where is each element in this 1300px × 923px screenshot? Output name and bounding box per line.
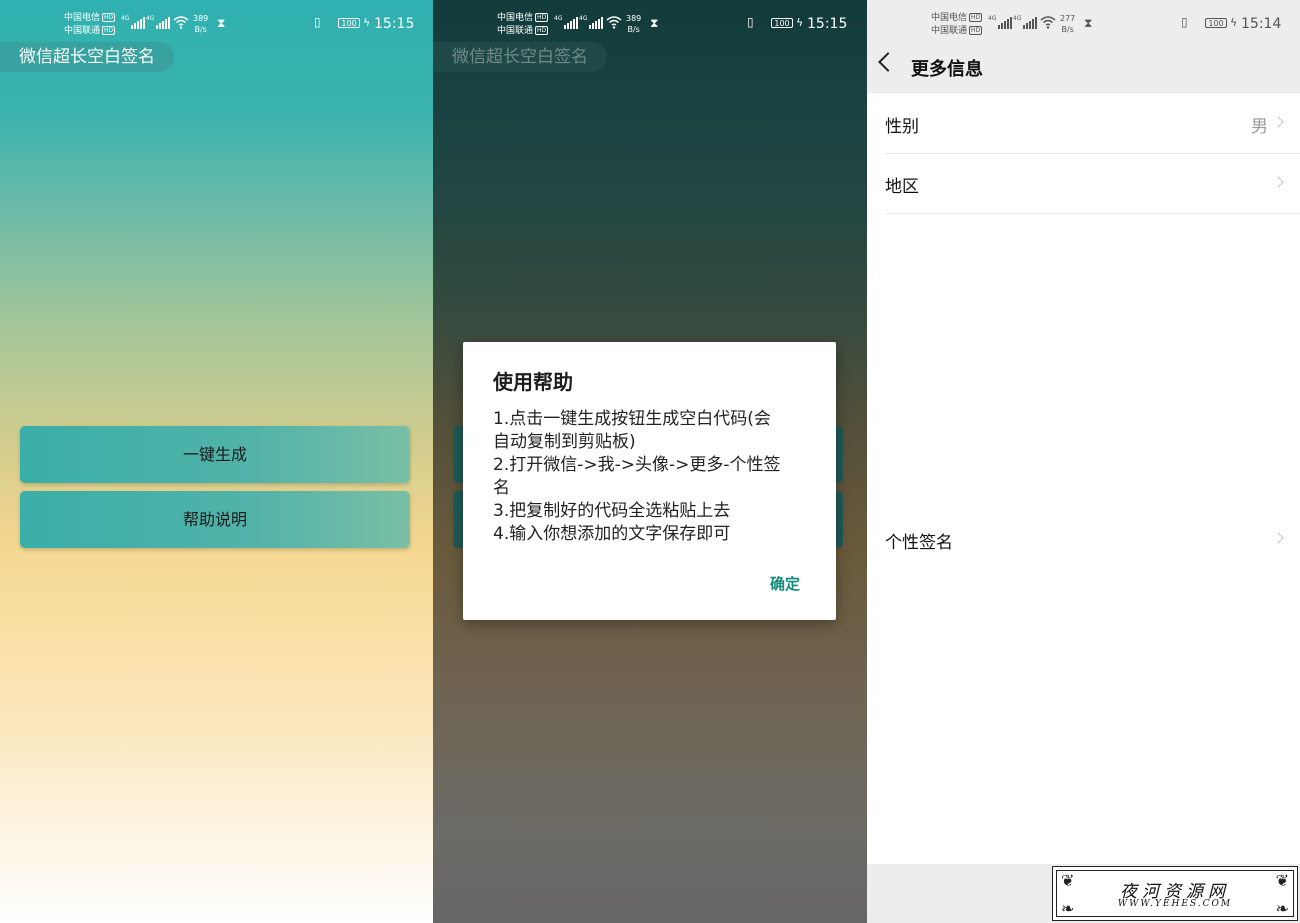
battery-icon: 100 — [338, 18, 360, 28]
help-button[interactable]: 帮助说明 — [20, 491, 410, 548]
dialog-title: 使用帮助 — [493, 370, 573, 394]
row-value: 男 — [1251, 117, 1268, 137]
dialog-line: 名 — [493, 478, 510, 498]
row-region[interactable]: 地区 — [867, 154, 1300, 214]
more-info-screen: 中国电信 HD 中国联通 HD 4G 4G 277 B/s ⧗ ▯ 100 ϟ 15:… — [867, 0, 1300, 923]
signal-icon: 4G — [146, 15, 171, 29]
carrier-1: 中国电信 — [64, 13, 101, 23]
carrier-2: 中国联通 — [64, 26, 101, 36]
vibrate-icon: ▯ — [314, 15, 321, 29]
signal-icon: 4G — [988, 15, 1013, 29]
chevron-right-icon — [1272, 532, 1284, 544]
carrier-info: 中国电信 HD 中国联通 HD — [497, 12, 549, 38]
signal-icon: 4G — [579, 15, 604, 29]
app-title: 微信超长空白签名 — [0, 42, 174, 72]
wifi-icon — [173, 16, 189, 29]
clock: 15:14 — [1241, 16, 1282, 32]
help-dialog-screen: 中国电信 HD 中国联通 HD 4G 4G 389 B/s ⧗ ▯ 100 ϟ 15:… — [433, 0, 867, 923]
row-gender[interactable]: 性别 男 — [867, 94, 1300, 154]
hourglass-icon: ⧗ — [650, 16, 659, 30]
dialog-line: 1.点击一键生成按钮生成空白代码(会 — [493, 409, 771, 429]
chevron-right-icon — [1272, 116, 1284, 128]
back-arrow-icon[interactable] — [878, 52, 898, 72]
clock: 15:15 — [374, 16, 415, 32]
row-signature[interactable]: 个性签名 — [867, 510, 1300, 570]
dialog-line: 4.输入你想添加的文字保存即可 — [493, 524, 731, 544]
signal-icon: 4G — [554, 15, 579, 29]
help-dialog: 使用帮助 1.点击一键生成按钮生成空白代码(会 自动复制到剪贴板) 2.打开微信… — [463, 342, 836, 620]
dialog-line: 3.把复制好的代码全选粘贴上去 — [493, 501, 731, 521]
carrier-info: 中国电信 HD 中国联通 HD — [931, 12, 983, 38]
hd-badge: HD — [969, 13, 983, 22]
carrier-2: 中国联通 — [497, 26, 534, 36]
net-speed: 277 B/s — [1060, 14, 1076, 34]
net-speed: 389 B/s — [193, 14, 209, 34]
hd-badge: HD — [102, 13, 116, 22]
signal-icon: 4G — [1013, 15, 1038, 29]
app-title: 微信超长空白签名 — [433, 42, 607, 72]
clock: 15:15 — [807, 16, 848, 32]
vibrate-icon: ▯ — [747, 15, 754, 29]
charging-icon: ϟ — [796, 16, 804, 29]
net-speed: 389 B/s — [626, 14, 642, 34]
app-main-screen: 中国电信 HD 中国联通 HD 4G 4G 389 B/s ⧗ ▯ 100 ϟ 15:… — [0, 0, 433, 923]
generate-button[interactable]: 一键生成 — [20, 426, 410, 483]
battery-icon: 100 — [1205, 18, 1227, 28]
watermark-logo: ❦ ❦ ❧ ❧ 夜河资源网 WWW.YEHES.COM — [1052, 866, 1298, 921]
vibrate-icon: ▯ — [1181, 15, 1188, 29]
hd-badge: HD — [969, 26, 983, 35]
carrier-1: 中国电信 — [931, 13, 968, 23]
carrier-2: 中国联通 — [931, 26, 968, 36]
hd-badge: HD — [535, 13, 549, 22]
ok-button[interactable]: 确定 — [770, 573, 800, 594]
status-bar: 中国电信 HD 中国联通 HD 4G 4G 277 B/s ⧗ ▯ 100 ϟ 15:… — [867, 0, 1300, 50]
signal-icon: 4G — [121, 15, 146, 29]
dialog-body: 1.点击一键生成按钮生成空白代码(会 自动复制到剪贴板) 2.打开微信->我->… — [493, 408, 811, 546]
hd-badge: HD — [102, 26, 116, 35]
charging-icon: ϟ — [363, 16, 371, 29]
divider — [885, 213, 1300, 214]
hourglass-icon: ⧗ — [1084, 16, 1093, 30]
row-label: 性别 — [885, 117, 919, 137]
dialog-line: 自动复制到剪贴板) — [493, 432, 636, 452]
page-title: 更多信息 — [911, 59, 983, 80]
wifi-icon — [606, 16, 622, 29]
charging-icon: ϟ — [1230, 16, 1238, 29]
hourglass-icon: ⧗ — [217, 16, 226, 30]
wifi-icon — [1040, 16, 1056, 29]
hd-badge: HD — [535, 26, 549, 35]
row-label: 地区 — [885, 177, 919, 197]
row-label: 个性签名 — [885, 533, 953, 553]
battery-icon: 100 — [771, 18, 793, 28]
carrier-1: 中国电信 — [497, 13, 534, 23]
dialog-line: 2.打开微信->我->头像->更多-个性签 — [493, 455, 781, 475]
chevron-right-icon — [1272, 176, 1284, 188]
top-bar: 中国电信 HD 中国联通 HD 4G 4G 277 B/s ⧗ ▯ 100 ϟ 15:… — [867, 0, 1300, 93]
watermark-url: WWW.YEHES.COM — [1117, 899, 1233, 909]
carrier-info: 中国电信 HD 中国联通 HD — [64, 12, 116, 38]
